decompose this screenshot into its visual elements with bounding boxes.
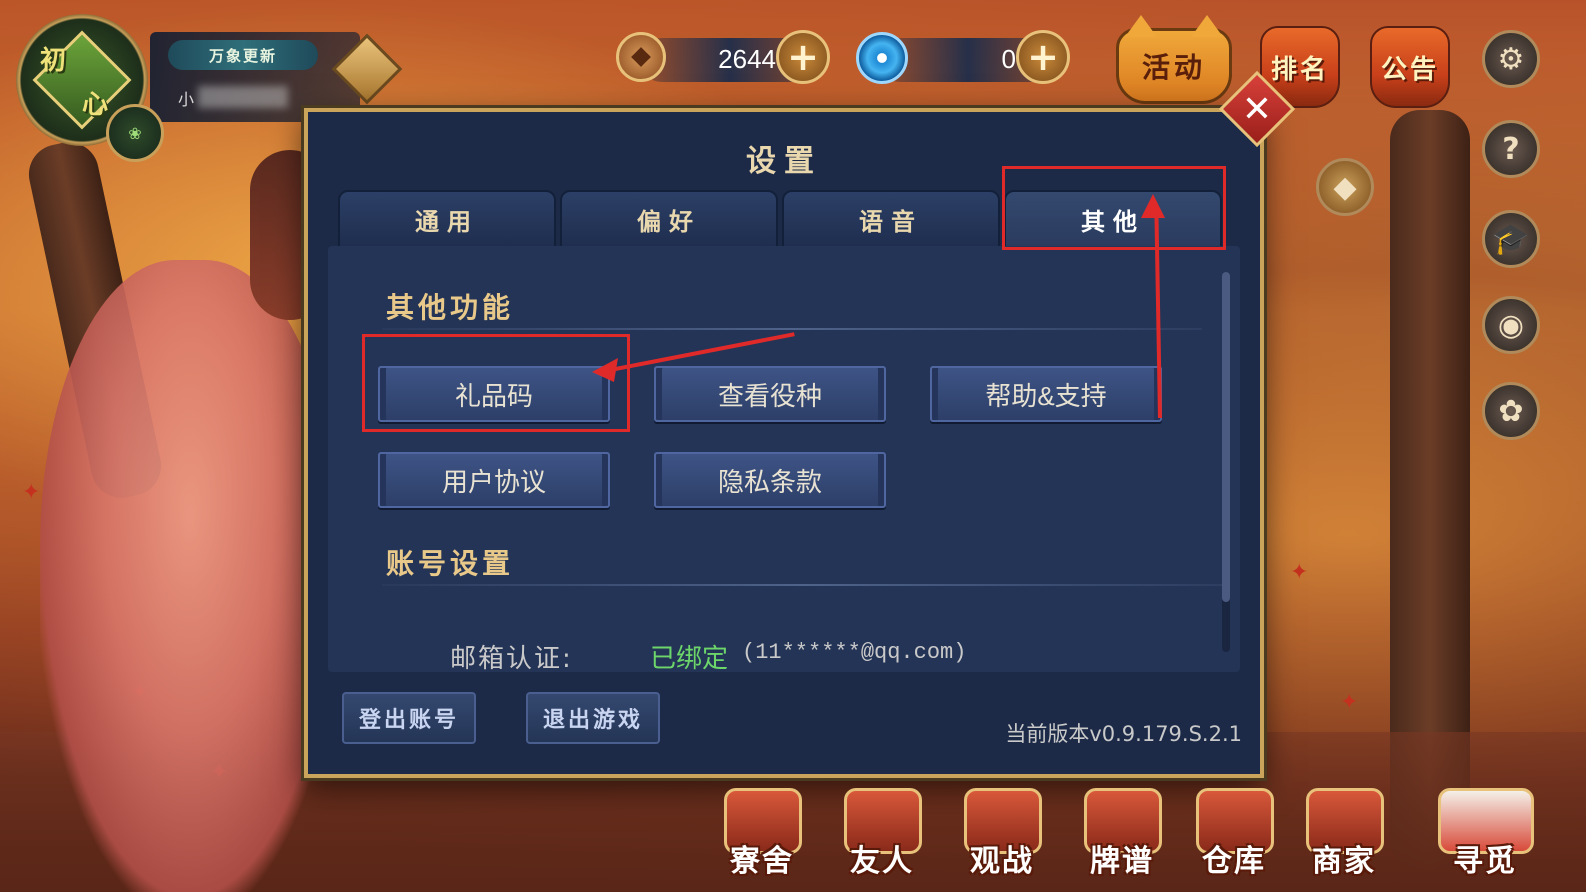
scroll-thumb[interactable]: [1222, 272, 1230, 602]
bottom-menu-label: 仓库: [1202, 844, 1266, 879]
bottom-menu-storage[interactable]: 仓库: [1184, 788, 1284, 884]
highlight-tab-other: [1002, 166, 1226, 250]
bottom-menu-shop[interactable]: 商家: [1294, 788, 1394, 884]
exit-game-button[interactable]: 退出游戏: [526, 692, 660, 744]
privacy-policy-button[interactable]: 隐私条款: [654, 452, 886, 508]
player-title-tag: 万象更新: [168, 40, 318, 70]
bamboo-badge-icon[interactable]: ❀: [106, 104, 164, 162]
coin-amount: 2644: [718, 44, 776, 74]
coin-shrine-icon[interactable]: ◆: [1316, 158, 1374, 216]
section-title-account: 账号设置: [386, 547, 515, 580]
rank-text-1: 初: [40, 46, 67, 76]
notice-button[interactable]: 公告: [1370, 26, 1450, 108]
bottom-menu-friends[interactable]: 友人: [832, 788, 932, 884]
email-status: 已绑定: [650, 644, 729, 674]
camera-icon[interactable]: ◉: [1482, 296, 1540, 354]
content-scrollbar[interactable]: [1222, 272, 1230, 652]
user-agreement-button[interactable]: 用户协议: [378, 452, 610, 508]
section-divider: [382, 328, 1202, 330]
help-support-button[interactable]: 帮助&支持: [930, 366, 1162, 422]
maple-leaf-icon: ✦: [22, 480, 41, 505]
logout-button[interactable]: 登出账号: [342, 692, 476, 744]
jade-icon: [856, 32, 908, 84]
close-icon: ✕: [1241, 88, 1273, 130]
coin-icon: [616, 32, 666, 82]
bottom-menu-label: 观战: [970, 844, 1034, 879]
bottom-menu-label: 商家: [1312, 844, 1376, 879]
bottom-menu-label: 牌谱: [1090, 844, 1154, 879]
character-illustration: [40, 260, 340, 892]
graduation-cap-icon[interactable]: 🎓: [1482, 210, 1540, 268]
bottom-menu-label: 寻觅: [1453, 844, 1517, 879]
add-jade-button[interactable]: +: [1016, 30, 1070, 84]
add-coins-button[interactable]: +: [776, 30, 830, 84]
tab-general[interactable]: 通用: [338, 190, 556, 248]
player-name-redacted: [198, 86, 288, 108]
view-yaku-button[interactable]: 查看役种: [654, 366, 886, 422]
section-divider: [382, 584, 1222, 586]
bottom-menu-label: 寮舍: [730, 844, 794, 879]
gear-icon[interactable]: ⚙: [1482, 30, 1540, 88]
arrow-head-icon: [1141, 194, 1165, 218]
email-value: (11******@qq.com): [742, 640, 967, 665]
jade-amount: 0: [1001, 44, 1016, 74]
settings-content: 其他功能 礼品码 查看役种 帮助&支持 用户协议 隐私条款 账号设置 邮箱认证:…: [328, 246, 1240, 674]
tab-voice[interactable]: 语音: [782, 190, 1000, 248]
help-icon[interactable]: ?: [1482, 120, 1540, 178]
email-label: 邮箱认证:: [450, 644, 573, 674]
bottom-menu-replays[interactable]: 牌谱: [1072, 788, 1172, 884]
maple-leaf-icon: ✦: [1290, 560, 1309, 585]
emblem-icon[interactable]: ✿: [1482, 382, 1540, 440]
activity-button[interactable]: 活动: [1116, 15, 1232, 104]
bottom-menu-dorm[interactable]: 寮舍: [712, 788, 812, 884]
rank-text-2: 心: [82, 90, 109, 120]
version-label: 当前版本v0.9.179.S.2.1: [1005, 722, 1242, 746]
tab-preferences[interactable]: 偏好: [560, 190, 778, 248]
bottom-menu-spectate[interactable]: 观战: [952, 788, 1052, 884]
player-name: 小: [178, 90, 195, 109]
bottom-menu-label: 友人: [850, 844, 914, 879]
bottom-menu-search[interactable]: 寻觅: [1420, 788, 1550, 884]
maple-leaf-icon: ✦: [1340, 690, 1359, 715]
highlight-gift-code: [362, 334, 630, 432]
arrow-head-icon: [592, 358, 618, 382]
section-title-other: 其他功能: [386, 291, 515, 324]
